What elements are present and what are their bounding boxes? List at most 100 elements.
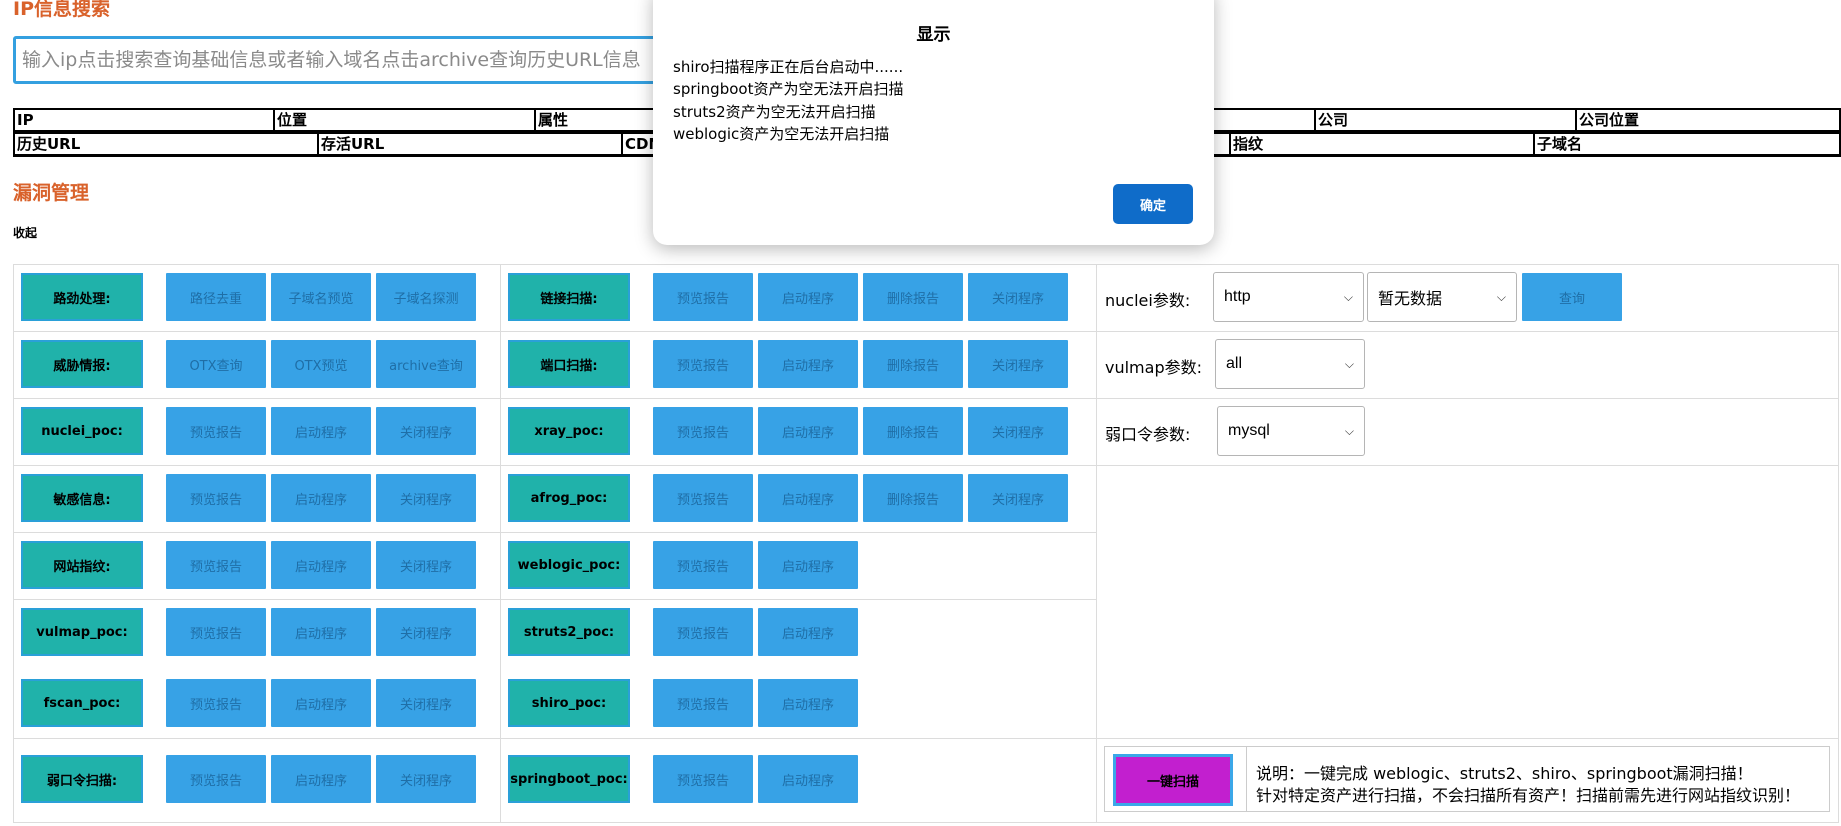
archive-query-button[interactable]: archive查询 bbox=[376, 340, 476, 388]
col-ip: IP bbox=[13, 108, 275, 133]
xray-poc-label[interactable]: xray_poc: bbox=[508, 407, 630, 455]
springboot-poc-label[interactable]: springboot_poc: bbox=[508, 755, 630, 803]
vulmap-poc-label[interactable]: vulmap_poc: bbox=[21, 608, 143, 656]
xray-preview-report-button[interactable]: 预览报告 bbox=[653, 407, 753, 455]
col-company-location: 公司位置 bbox=[1575, 108, 1841, 133]
ip-search-title: IP信息搜索 bbox=[13, 0, 110, 20]
port-stop-button[interactable]: 关闭程序 bbox=[968, 340, 1068, 388]
grid-row-divider bbox=[13, 599, 1096, 600]
fscan-preview-report-button[interactable]: 预览报告 bbox=[166, 679, 266, 727]
grid-left-border bbox=[13, 264, 14, 822]
weblogic-preview-report-button[interactable]: 预览报告 bbox=[653, 541, 753, 589]
path-dedup-button[interactable]: 路径去重 bbox=[166, 273, 266, 321]
nuclei-template-select[interactable]: 暂无数据 ⌵ bbox=[1367, 272, 1517, 322]
fingerprint-stop-button[interactable]: 关闭程序 bbox=[376, 541, 476, 589]
vulmap-preview-report-button[interactable]: 预览报告 bbox=[166, 608, 266, 656]
link-preview-report-button[interactable]: 预览报告 bbox=[653, 273, 753, 321]
struts2-poc-label[interactable]: struts2_poc: bbox=[508, 608, 630, 656]
grid-row-divider bbox=[13, 738, 1839, 739]
afrog-stop-button[interactable]: 关闭程序 bbox=[968, 474, 1068, 522]
afrog-poc-label[interactable]: afrog_poc: bbox=[508, 474, 630, 522]
weblogic-poc-label[interactable]: weblogic_poc: bbox=[508, 541, 630, 589]
web-fingerprint-label[interactable]: 网站指纹: bbox=[21, 541, 143, 589]
dialog-message-line: weblogic资产为空无法开启扫描 bbox=[673, 125, 890, 143]
one-click-scan-button[interactable]: 一键扫描 bbox=[1113, 754, 1233, 806]
dialog-title: 显示 bbox=[916, 25, 951, 45]
nuclei-param-label: nuclei参数: bbox=[1105, 291, 1191, 310]
shiro-poc-label[interactable]: shiro_poc: bbox=[508, 679, 630, 727]
grid-row-divider bbox=[13, 465, 1839, 466]
one-click-note-line1: 说明：一键完成 weblogic、struts2、shiro、springboo… bbox=[1256, 764, 1753, 783]
fingerprint-preview-report-button[interactable]: 预览报告 bbox=[166, 541, 266, 589]
weakpass-param-label: 弱口令参数: bbox=[1105, 425, 1191, 444]
port-delete-report-button[interactable]: 删除报告 bbox=[863, 340, 963, 388]
port-preview-report-button[interactable]: 预览报告 bbox=[653, 340, 753, 388]
nuclei-preview-report-button[interactable]: 预览报告 bbox=[166, 407, 266, 455]
weak-password-label[interactable]: 弱口令扫描: bbox=[21, 755, 143, 803]
dialog-ok-button[interactable]: 确定 bbox=[1113, 184, 1193, 224]
weakpass-preview-report-button[interactable]: 预览报告 bbox=[166, 755, 266, 803]
weakpass-start-button[interactable]: 启动程序 bbox=[271, 755, 371, 803]
otx-query-button[interactable]: OTX查询 bbox=[166, 340, 266, 388]
alert-dialog: 显示 shiro扫描程序正在后台启动中...... springboot资产为空… bbox=[653, 0, 1214, 245]
otx-preview-button[interactable]: OTX预览 bbox=[271, 340, 371, 388]
chevron-down-icon: ⌵ bbox=[1344, 356, 1354, 371]
dialog-message-line: springboot资产为空无法开启扫描 bbox=[673, 80, 904, 98]
nuclei-stop-button[interactable]: 关闭程序 bbox=[376, 407, 476, 455]
springboot-start-button[interactable]: 启动程序 bbox=[758, 755, 858, 803]
subdomain-probe-button[interactable]: 子域名探测 bbox=[376, 273, 476, 321]
link-stop-button[interactable]: 关闭程序 bbox=[968, 273, 1068, 321]
fingerprint-start-button[interactable]: 启动程序 bbox=[271, 541, 371, 589]
col-location: 位置 bbox=[273, 108, 536, 133]
col-fingerprint: 指纹 bbox=[1229, 132, 1535, 157]
chevron-down-icon: ⌵ bbox=[1496, 289, 1506, 304]
xray-start-button[interactable]: 启动程序 bbox=[758, 407, 858, 455]
shiro-start-button[interactable]: 启动程序 bbox=[758, 679, 858, 727]
chevron-down-icon: ⌵ bbox=[1344, 423, 1354, 438]
vulmap-start-button[interactable]: 启动程序 bbox=[271, 608, 371, 656]
sensitive-info-label[interactable]: 敏感信息: bbox=[21, 474, 143, 522]
struts2-start-button[interactable]: 启动程序 bbox=[758, 608, 858, 656]
vuln-manage-title: 漏洞管理 bbox=[13, 182, 90, 204]
fscan-poc-label[interactable]: fscan_poc: bbox=[21, 679, 143, 727]
xray-delete-report-button[interactable]: 删除报告 bbox=[863, 407, 963, 455]
fscan-stop-button[interactable]: 关闭程序 bbox=[376, 679, 476, 727]
subdomain-preview-button[interactable]: 子域名预览 bbox=[271, 273, 371, 321]
shiro-preview-report-button[interactable]: 预览报告 bbox=[653, 679, 753, 727]
grid-row-divider bbox=[13, 331, 1839, 332]
col-subdomain: 子域名 bbox=[1533, 132, 1841, 157]
weakpass-stop-button[interactable]: 关闭程序 bbox=[376, 755, 476, 803]
link-start-button[interactable]: 启动程序 bbox=[758, 273, 858, 321]
path-processing-label[interactable]: 路劲处理: bbox=[21, 273, 143, 321]
nuclei-query-button[interactable]: 查询 bbox=[1522, 273, 1622, 321]
threat-intel-label[interactable]: 威胁情报: bbox=[21, 340, 143, 388]
dialog-message-line: shiro扫描程序正在后台启动中...... bbox=[673, 58, 904, 76]
sensitive-stop-button[interactable]: 关闭程序 bbox=[376, 474, 476, 522]
nuclei-start-button[interactable]: 启动程序 bbox=[271, 407, 371, 455]
chevron-down-icon: ⌵ bbox=[1343, 289, 1353, 304]
weakpass-value: mysql bbox=[1228, 422, 1270, 439]
nuclei-protocol-select[interactable]: http ⌵ bbox=[1213, 272, 1364, 322]
afrog-start-button[interactable]: 启动程序 bbox=[758, 474, 858, 522]
vulmap-param-label: vulmap参数: bbox=[1105, 358, 1202, 377]
weakpass-select[interactable]: mysql ⌵ bbox=[1217, 406, 1365, 456]
link-delete-report-button[interactable]: 删除报告 bbox=[863, 273, 963, 321]
weblogic-start-button[interactable]: 启动程序 bbox=[758, 541, 858, 589]
springboot-preview-report-button[interactable]: 预览报告 bbox=[653, 755, 753, 803]
grid-right-border bbox=[1838, 264, 1839, 822]
port-start-button[interactable]: 启动程序 bbox=[758, 340, 858, 388]
afrog-preview-report-button[interactable]: 预览报告 bbox=[653, 474, 753, 522]
struts2-preview-report-button[interactable]: 预览报告 bbox=[653, 608, 753, 656]
collapse-toggle[interactable]: 收起 bbox=[13, 224, 37, 241]
col-history-url: 历史URL bbox=[13, 132, 319, 157]
xray-stop-button[interactable]: 关闭程序 bbox=[968, 407, 1068, 455]
vulmap-select[interactable]: all ⌵ bbox=[1215, 339, 1365, 389]
port-scan-label[interactable]: 端口扫描: bbox=[508, 340, 630, 388]
sensitive-start-button[interactable]: 启动程序 bbox=[271, 474, 371, 522]
afrog-delete-report-button[interactable]: 删除报告 bbox=[863, 474, 963, 522]
fscan-start-button[interactable]: 启动程序 bbox=[271, 679, 371, 727]
nuclei-poc-label[interactable]: nuclei_poc: bbox=[21, 407, 143, 455]
sensitive-preview-report-button[interactable]: 预览报告 bbox=[166, 474, 266, 522]
link-scan-label[interactable]: 链接扫描: bbox=[508, 273, 630, 321]
vulmap-stop-button[interactable]: 关闭程序 bbox=[376, 608, 476, 656]
